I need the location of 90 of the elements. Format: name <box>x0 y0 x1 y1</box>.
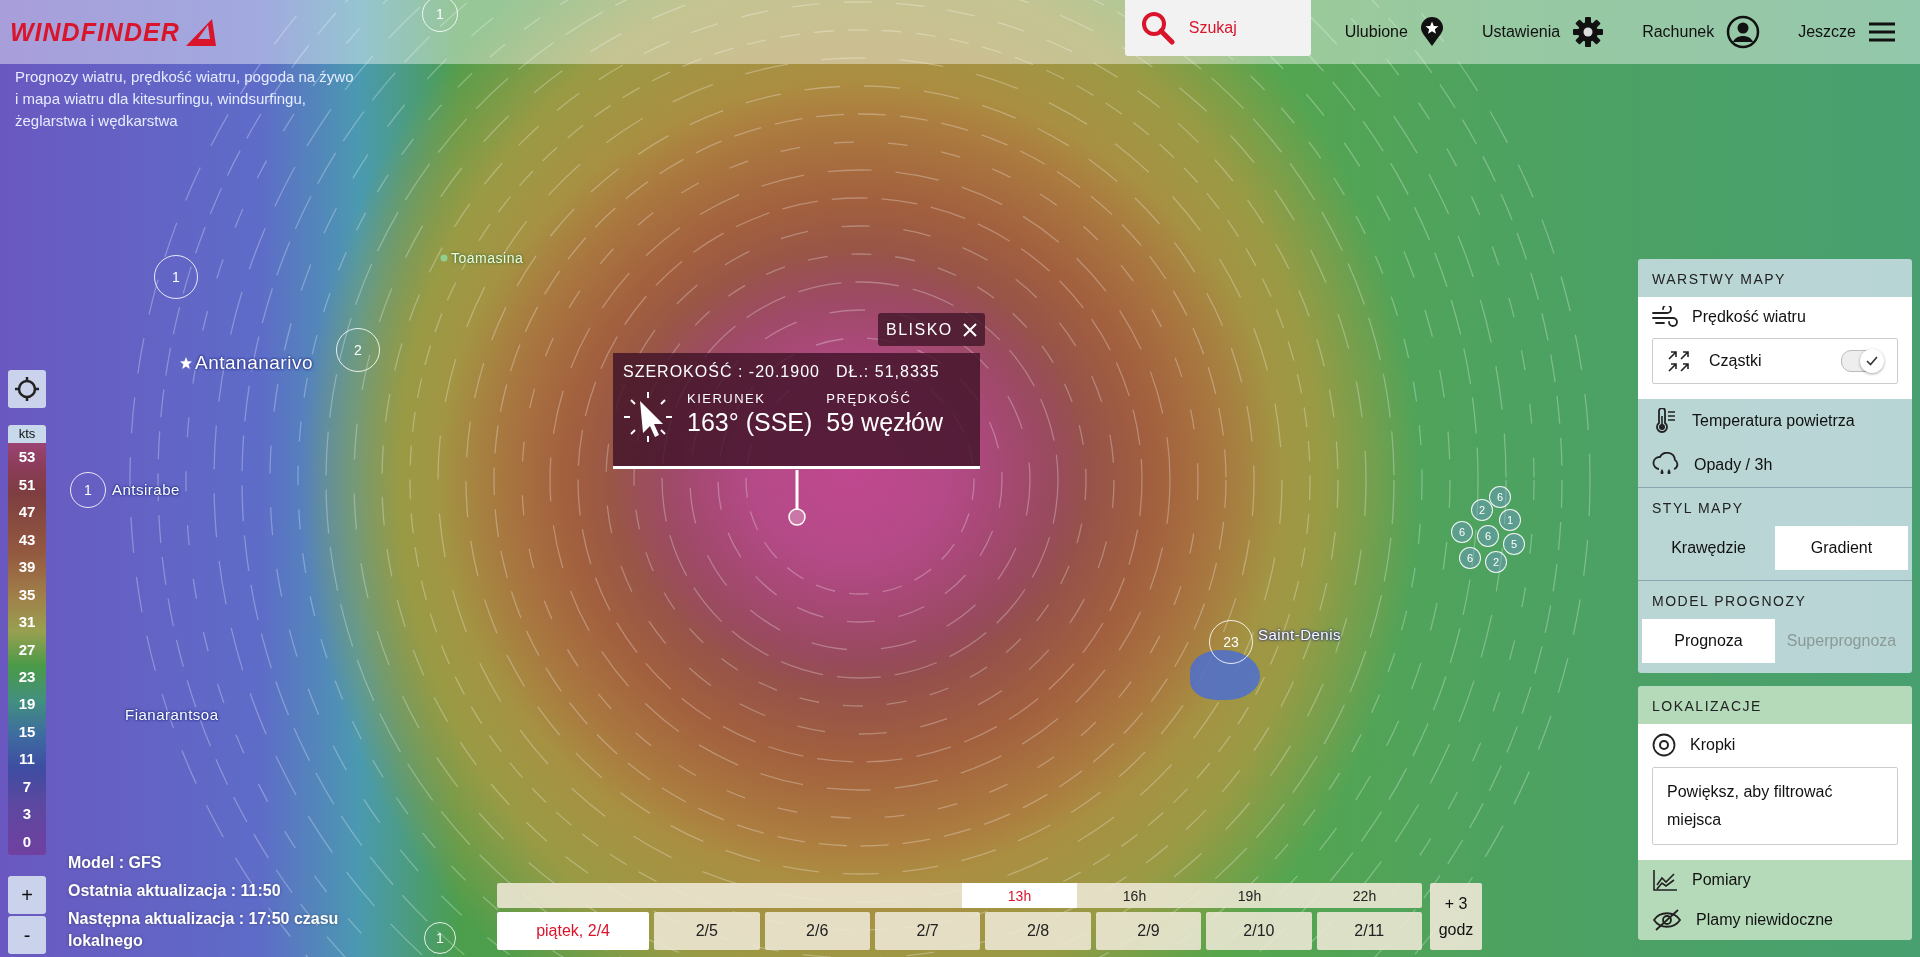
legend-value: 43 <box>17 529 37 550</box>
layer-label: Kropki <box>1690 736 1736 754</box>
legend-value: 31 <box>17 612 37 633</box>
eye-off-icon <box>1652 909 1682 931</box>
account-icon <box>1726 15 1761 49</box>
site-tagline: Prognozy wiatru, prędkość wiatru, pogoda na żywo i mapa wiatru dla kitesurfingu, windsurfingu, żeglarstwa i wędkarstwa <box>15 67 355 131</box>
nav-link[interactable]: Jeszcze <box>1798 21 1896 43</box>
layer-option[interactable]: Opady / 3h <box>1638 443 1912 487</box>
layer-label: Temperatura powietrza <box>1692 412 1855 430</box>
layer-label: Prędkość wiatru <box>1692 308 1806 326</box>
place-label[interactable]: Antsirabe <box>112 481 180 498</box>
legend-unit: kts <box>8 425 46 443</box>
wind-icon <box>1652 306 1678 328</box>
legend-value: 27 <box>17 639 37 660</box>
locate-button[interactable] <box>8 370 46 408</box>
direction-value: 163° (SSE) <box>687 408 813 437</box>
legend-value: 23 <box>17 667 37 687</box>
star-pin-icon <box>1419 17 1444 47</box>
legend-value: 53 <box>17 447 37 468</box>
close-button[interactable]: BLISKO <box>878 313 985 346</box>
day-tab[interactable]: 2/11 <box>1316 912 1422 950</box>
hour-tab[interactable]: 19h <box>1192 883 1307 908</box>
map-style-option[interactable]: Gradient <box>1775 526 1908 570</box>
nav-link[interactable]: Rachunek <box>1642 15 1761 49</box>
day-tab[interactable]: 2/7 <box>874 912 981 950</box>
city-marker-icon <box>180 357 192 369</box>
close-icon <box>962 322 977 337</box>
legend-value: 51 <box>17 474 37 495</box>
location-layer-option[interactable]: Plamy niewidoczne <box>1638 900 1912 940</box>
model-info-text: Ostatnia aktualizacja : 11:50 <box>68 881 282 901</box>
menu-icon <box>1868 21 1896 43</box>
particles-label: Cząstki <box>1709 352 1762 370</box>
hour-tab[interactable]: 13h <box>962 883 1077 908</box>
particles-arrows-icon <box>1667 349 1691 373</box>
legend-value: 3 <box>21 804 33 825</box>
day-tab[interactable]: piątek, 2/4 <box>497 912 650 950</box>
layer-option[interactable]: Prędkość wiatru Cząstki <box>1638 297 1912 399</box>
nav-link[interactable]: Ulubione <box>1344 17 1444 47</box>
legend-value: 11 <box>18 749 36 770</box>
hour-tab[interactable]: 22h <box>1307 883 1422 908</box>
next-hours-button[interactable]: + 3 godz <box>1430 883 1482 950</box>
crosshair-icon <box>14 376 40 402</box>
direction-label: KIERUNEK <box>687 391 767 406</box>
settings-icon <box>1572 16 1605 48</box>
filter-hint-box: Powiększ, aby filtrować miejsca <box>1652 767 1898 845</box>
location-layer-option[interactable]: Pomiary <box>1638 860 1912 900</box>
layer-label: Opady / 3h <box>1694 456 1773 474</box>
legend-value: 47 <box>17 502 37 523</box>
layer-option[interactable]: Temperatura powietrza <box>1638 399 1912 443</box>
zoom-button[interactable]: + <box>8 876 46 914</box>
day-tab[interactable]: 2/6 <box>764 912 870 950</box>
toggle-switch[interactable] <box>1841 350 1883 372</box>
map-style-option[interactable]: Krawędzie <box>1642 526 1775 570</box>
section-title: LOKALIZACJE <box>1651 697 1763 716</box>
place-label[interactable]: Fianarantsoa <box>125 706 219 723</box>
hour-tab[interactable]: 16h <box>1077 883 1192 908</box>
day-tab[interactable]: 2/8 <box>985 912 1091 950</box>
legend-value: 19 <box>17 694 37 715</box>
model-info-text: Model : GFS <box>68 853 163 873</box>
day-tab[interactable]: 2/5 <box>654 912 760 950</box>
model-info-text: Następna aktualizacja : 17:50 czasu lokalnego <box>68 909 340 951</box>
island-shape <box>1190 650 1260 700</box>
city-marker-icon <box>440 254 448 262</box>
check-icon <box>1866 356 1878 366</box>
place-label[interactable]: Antananarivo <box>195 352 313 374</box>
sail-logo-icon <box>183 17 218 47</box>
legend-value: 39 <box>17 557 37 578</box>
search-icon <box>1140 11 1175 45</box>
layer-label: Pomiary <box>1692 871 1751 889</box>
line-chart-icon <box>1652 869 1678 891</box>
target-icon <box>1652 733 1676 757</box>
day-tab[interactable]: 2/9 <box>1095 912 1202 950</box>
search-button[interactable]: Szukaj <box>1124 0 1311 56</box>
legend-value: 35 <box>17 584 37 605</box>
speed-label: PRĘDKOŚĆ <box>826 391 913 406</box>
day-tab[interactable]: 2/10 <box>1206 912 1312 950</box>
speed-value: 59 węzłów <box>826 408 944 437</box>
location-layer-option[interactable]: Kropki Powiększ, aby filtrować miejsca <box>1638 724 1912 860</box>
layer-label: Plamy niewidoczne <box>1696 911 1833 929</box>
zoom-button[interactable]: - <box>8 916 46 954</box>
section-title: WARSTWY MAPY <box>1651 270 1787 289</box>
wind-direction-icon <box>623 391 673 443</box>
particles-option[interactable]: Cząstki <box>1652 338 1898 384</box>
legend-value: 7 <box>21 776 33 797</box>
nav-link[interactable]: Ustawienia <box>1481 16 1605 48</box>
legend-value: 15 <box>17 721 37 742</box>
legend-value: 0 <box>21 831 33 852</box>
longitude-text: DŁ.: 51,8335 <box>835 363 940 381</box>
latitude-text: SZEROKOŚĆ : -20.1900 <box>623 363 820 381</box>
forecast-model-option[interactable]: Prognoza <box>1642 619 1775 663</box>
